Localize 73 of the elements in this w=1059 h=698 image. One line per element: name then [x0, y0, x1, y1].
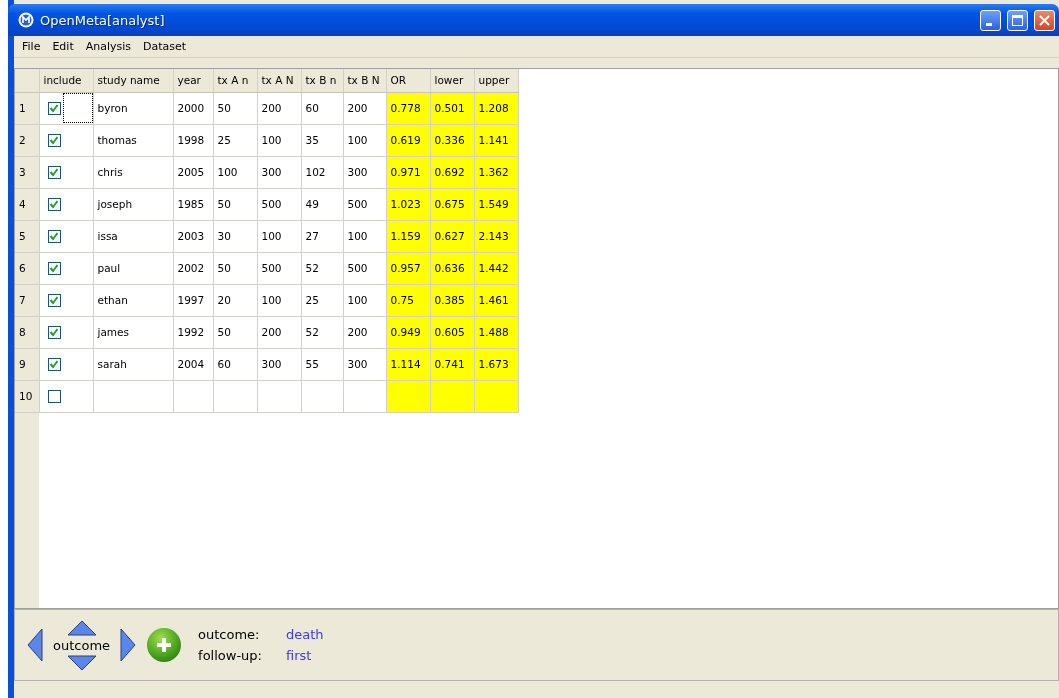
row-header[interactable]: 4 [15, 188, 39, 220]
table-cell[interactable]: paul [93, 252, 173, 284]
row-header[interactable]: 2 [15, 124, 39, 156]
menu-item[interactable]: Edit [46, 40, 80, 53]
previous-arrow-icon[interactable] [27, 628, 43, 662]
menu-item[interactable]: Dataset [137, 40, 193, 53]
table-cell[interactable]: sarah [93, 348, 173, 380]
table-cell[interactable] [39, 220, 93, 252]
include-checkbox[interactable] [47, 165, 61, 179]
table-cell[interactable] [39, 92, 93, 124]
include-checkbox[interactable] [47, 293, 61, 307]
close-icon [1039, 14, 1050, 26]
row-header[interactable]: 9 [15, 348, 39, 380]
include-checkbox[interactable] [47, 229, 61, 243]
maximize-button[interactable] [1007, 9, 1028, 31]
info-value: death [285, 627, 324, 642]
down-arrow-icon[interactable] [66, 654, 97, 671]
table-cell[interactable] [39, 284, 93, 316]
row-header[interactable]: 7 [15, 284, 39, 316]
maximize-icon [1012, 14, 1023, 26]
up-arrow-icon[interactable] [66, 619, 97, 636]
table-cell[interactable]: ethan [93, 284, 173, 316]
minimize-icon [986, 22, 992, 26]
info-label: outcome: [198, 627, 261, 642]
row-header[interactable]: 1 [15, 92, 39, 124]
include-checkbox[interactable] [47, 101, 61, 115]
table-cell[interactable]: chris [93, 156, 173, 188]
column-header[interactable]: study name [93, 69, 173, 92]
include-checkbox[interactable] [47, 325, 61, 339]
include-checkbox[interactable] [47, 197, 61, 211]
table-cell[interactable]: james [93, 316, 173, 348]
table-cell[interactable] [93, 380, 173, 412]
include-checkbox[interactable] [47, 389, 61, 403]
table-cell[interactable]: thomas [93, 124, 173, 156]
next-arrow-icon[interactable] [120, 628, 137, 662]
window-title: OpenMeta[analyst] [40, 12, 166, 28]
row-header[interactable]: 6 [15, 252, 39, 284]
column-header[interactable]: OR [386, 69, 430, 92]
column-header[interactable]: lower [430, 69, 474, 92]
column-header[interactable]: tx A N [257, 69, 301, 92]
include-checkbox[interactable] [47, 261, 61, 275]
table-cell[interactable] [39, 380, 93, 412]
column-header[interactable]: year [173, 69, 213, 92]
info-value: first [285, 648, 313, 663]
column-header[interactable]: upper [474, 69, 518, 92]
column-header[interactable]: tx B N [343, 69, 386, 92]
table-cell[interactable] [39, 188, 93, 220]
include-checkbox[interactable] [47, 133, 61, 147]
menu-item[interactable]: Analysis [79, 40, 138, 53]
table-cell[interactable]: issa [93, 220, 173, 252]
app-logo-icon [18, 12, 34, 28]
table-cell[interactable]: joseph [93, 188, 173, 220]
navigator-label: outcome [53, 636, 111, 655]
row-header[interactable]: 8 [15, 316, 39, 348]
corner-header [15, 69, 39, 92]
include-checkbox[interactable] [47, 357, 61, 371]
row-header[interactable]: 5 [15, 220, 39, 252]
close-button[interactable] [1034, 9, 1055, 31]
row-header[interactable]: 3 [15, 156, 39, 188]
table-cell[interactable] [39, 156, 93, 188]
table-cell[interactable] [39, 252, 93, 284]
row-header[interactable]: 10 [15, 380, 39, 412]
table-cell[interactable] [39, 316, 93, 348]
menu-item[interactable]: File [16, 40, 47, 53]
column-header[interactable]: tx B n [301, 69, 343, 92]
column-header[interactable]: tx A n [213, 69, 257, 92]
info-label: follow-up: [198, 648, 262, 663]
add-icon[interactable] [146, 627, 183, 663]
table-cell[interactable]: byron [93, 92, 173, 124]
table-cell[interactable] [39, 348, 93, 380]
column-header[interactable]: include [39, 69, 93, 92]
minimize-button[interactable] [980, 9, 1001, 31]
table-cell[interactable] [39, 124, 93, 156]
